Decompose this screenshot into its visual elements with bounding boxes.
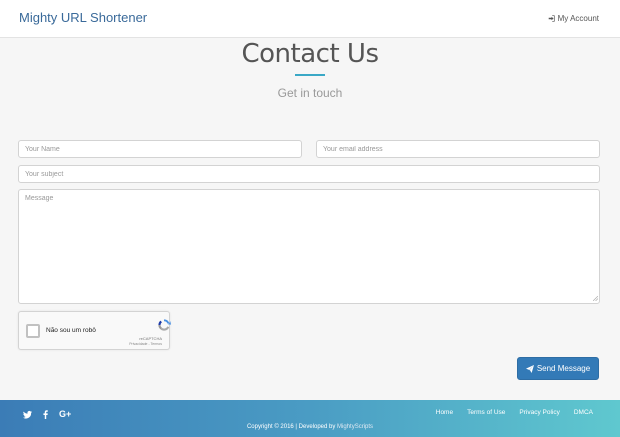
facebook-icon[interactable] — [41, 409, 50, 419]
recaptcha-checkbox[interactable] — [26, 324, 40, 338]
message-textarea[interactable] — [18, 189, 600, 304]
recaptcha-label: Não sou um robô — [46, 327, 96, 334]
resize-handle-icon[interactable] — [593, 296, 598, 301]
recaptcha-brand: reCAPTCHA — [139, 336, 162, 341]
send-message-button[interactable]: Send Message — [517, 357, 599, 380]
send-message-label: Send Message — [536, 364, 591, 373]
footer: G+ Home Terms of Use Privacy Policy DMCA… — [0, 400, 620, 437]
title-underline — [295, 74, 325, 76]
email-input[interactable] — [316, 140, 600, 158]
recaptcha-links[interactable]: Privacidade - Termos — [129, 342, 162, 346]
page-title: Contact Us — [241, 39, 380, 69]
page-subtitle: Get in touch — [277, 86, 343, 100]
hero: Contact Us Get in touch — [0, 38, 620, 100]
my-account-label: My Account — [557, 14, 599, 23]
footer-link-terms[interactable]: Terms of Use — [467, 409, 505, 416]
footer-link-home[interactable]: Home — [436, 409, 453, 416]
subject-input[interactable] — [18, 165, 600, 183]
name-input[interactable] — [18, 140, 302, 158]
sign-in-icon — [548, 15, 555, 22]
navbar: Mighty URL Shortener My Account — [0, 0, 620, 38]
footer-link-privacy[interactable]: Privacy Policy — [519, 409, 559, 416]
social-links: G+ — [23, 409, 71, 419]
recaptcha-logo-icon — [158, 319, 171, 331]
copyright-text: Copyright © 2016 | Developed by — [246, 424, 336, 430]
footer-links: Home Terms of Use Privacy Policy DMCA — [436, 409, 593, 416]
copyright: Copyright © 2016 | Developed by MightySc… — [0, 424, 620, 430]
brand-link[interactable]: Mighty URL Shortener — [19, 10, 147, 25]
paper-plane-icon — [525, 364, 534, 373]
developer-link[interactable]: MightyScripts — [337, 424, 373, 430]
recaptcha-widget: Não sou um robô reCAPTCHA Privacidade - … — [18, 311, 171, 350]
footer-link-dmca[interactable]: DMCA — [574, 409, 593, 416]
google-plus-icon[interactable]: G+ — [59, 409, 71, 419]
my-account-link[interactable]: My Account — [548, 14, 599, 23]
twitter-icon[interactable] — [23, 410, 32, 419]
